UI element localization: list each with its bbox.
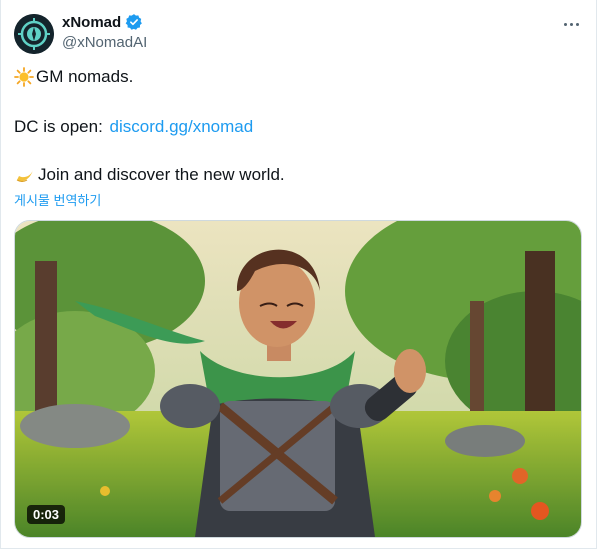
- verified-badge-icon: [125, 14, 143, 30]
- author-display-name[interactable]: xNomad: [62, 14, 121, 31]
- video-timestamp-badge: 0:03: [27, 505, 66, 524]
- author-handle[interactable]: @xNomadAI: [62, 34, 147, 51]
- author-avatar[interactable]: [14, 14, 54, 54]
- compass-logo-icon: [14, 14, 54, 54]
- sun-emoji-icon: [14, 67, 34, 87]
- tweet-text-1: GM nomads.: [36, 67, 134, 86]
- tweet-line-2: DC is open: discord.gg/xnomad: [14, 116, 253, 138]
- author-name-row[interactable]: xNomad: [62, 13, 143, 31]
- more-options-icon[interactable]: [561, 14, 581, 34]
- tweet-line-3: Join and discover the new world.: [14, 164, 285, 186]
- discord-link[interactable]: discord.gg/xnomad: [110, 116, 254, 138]
- video-player[interactable]: [14, 220, 582, 538]
- translate-post-link[interactable]: 게시물 번역하기: [14, 190, 101, 209]
- tweet-text-2: DC is open:: [14, 117, 108, 136]
- tweet-text-3: Join and discover the new world.: [38, 165, 285, 184]
- crescent-moon-emoji-icon: [16, 170, 33, 182]
- tweet-line-1: GM nomads.: [14, 66, 133, 88]
- video-thumbnail: [15, 221, 581, 537]
